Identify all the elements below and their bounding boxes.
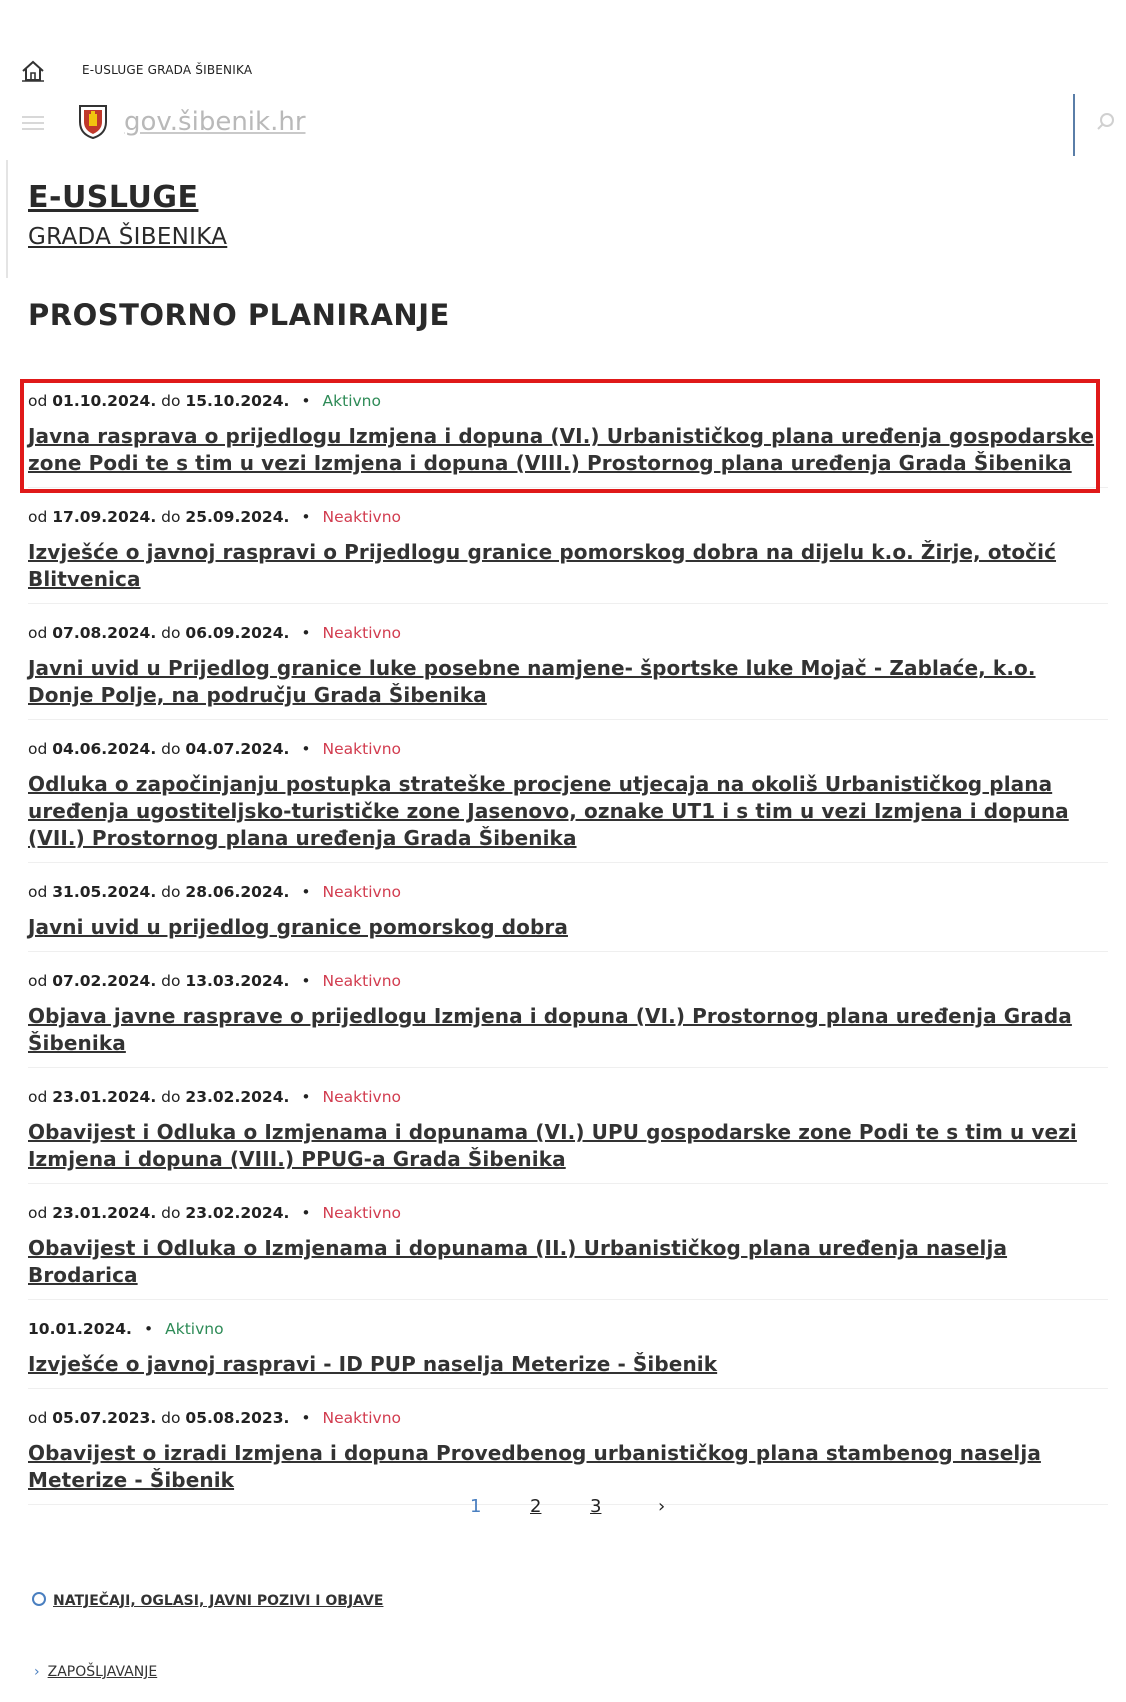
next-page-icon[interactable]: › xyxy=(658,1496,665,1517)
page-link-1[interactable]: 1 xyxy=(470,1496,481,1517)
entry-title-link[interactable]: Izvješće o javnoj raspravi - ID PUP nase… xyxy=(28,1351,1108,1378)
footer-link-label: NATJEČAJI, OGLASI, JAVNI POZIVI I OBJAVE xyxy=(53,1593,384,1609)
status-badge: Neaktivno xyxy=(322,508,401,526)
entry-date-range: od 04.06.2024. do 04.07.2024. • Neaktivno xyxy=(28,740,401,758)
brand-subtitle[interactable]: GRADA ŠIBENIKA xyxy=(28,224,227,250)
list-item: od 07.02.2024. do 13.03.2024. • Neaktivno … xyxy=(28,968,1108,1068)
brand-title[interactable]: E-USLUGE xyxy=(28,180,198,215)
chevron-right-icon: › xyxy=(34,1664,40,1680)
page-title: PROSTORNO PLANIRANJE xyxy=(28,298,450,332)
entry-date-range: od 07.08.2024. do 06.09.2024. • Neaktivno xyxy=(28,624,401,642)
page-link-3[interactable]: 3 xyxy=(590,1496,601,1517)
entry-title-link[interactable]: Obavijest o izradi Izmjena i dopuna Prov… xyxy=(28,1440,1108,1494)
status-badge: Neaktivno xyxy=(322,1409,401,1427)
list-item: od 23.01.2024. do 23.02.2024. • Neaktivno … xyxy=(28,1084,1108,1184)
list-item: od 17.09.2024. do 25.09.2024. • Neaktivno … xyxy=(28,504,1108,604)
circle-icon xyxy=(32,1592,46,1606)
entry-list: od 01.10.2024. do 15.10.2024. • Aktivno Ja… xyxy=(20,379,1108,1521)
menu-icon[interactable] xyxy=(22,114,44,132)
entry-title-link[interactable]: Javni uvid u Prijedlog granice luke pose… xyxy=(28,655,1108,709)
status-badge: Aktivno xyxy=(165,1320,224,1338)
domain-link[interactable]: gov.šibenik.hr xyxy=(124,107,306,137)
entry-title-link[interactable]: Obavijest i Odluka o Izmjenama i dopunam… xyxy=(28,1235,1108,1289)
list-item: od 05.07.2023. do 05.08.2023. • Neaktivno … xyxy=(28,1405,1108,1505)
footer-link-zaposljavanje[interactable]: › ZAPOŠLJAVANJE xyxy=(34,1664,157,1680)
search-icon[interactable] xyxy=(1096,112,1116,132)
home-icon[interactable] xyxy=(20,58,46,84)
status-badge: Neaktivno xyxy=(322,883,401,901)
list-item: od 04.06.2024. do 04.07.2024. • Neaktivno … xyxy=(28,736,1108,863)
list-item: od 01.10.2024. do 15.10.2024. • Aktivno Ja… xyxy=(20,379,1108,493)
page-link-2[interactable]: 2 xyxy=(530,1496,541,1517)
entry-title-link[interactable]: Javna rasprava o prijedlogu Izmjena i do… xyxy=(28,423,1108,477)
status-badge: Neaktivno xyxy=(322,624,401,642)
status-badge: Neaktivno xyxy=(322,1204,401,1222)
search-divider xyxy=(1073,94,1075,156)
entry-title-link[interactable]: Odluka o započinjanju postupka strateške… xyxy=(28,771,1108,852)
entry-title-link[interactable]: Obavijest i Odluka o Izmjenama i dopunam… xyxy=(28,1119,1108,1173)
header-title[interactable]: E-USLUGE GRADA ŠIBENIKA xyxy=(82,63,252,77)
top-bar: E-USLUGE GRADA ŠIBENIKA xyxy=(0,48,1126,94)
status-badge: Neaktivno xyxy=(322,740,401,758)
entry-date-range: od 31.05.2024. do 28.06.2024. • Neaktivno xyxy=(28,883,401,901)
footer-link-natjecaji[interactable]: NATJEČAJI, OGLASI, JAVNI POZIVI I OBJAVE xyxy=(32,1592,383,1609)
list-item: 10.01.2024. • Aktivno Izvješće o javnoj ra… xyxy=(28,1316,1108,1389)
brand-divider xyxy=(6,160,8,278)
entry-date-range: od 05.07.2023. do 05.08.2023. • Neaktivno xyxy=(28,1409,401,1427)
entry-date: 10.01.2024. • Aktivno xyxy=(28,1320,224,1338)
entry-date-range: od 23.01.2024. do 23.02.2024. • Neaktivno xyxy=(28,1088,401,1106)
footer-link-label: ZAPOŠLJAVANJE xyxy=(47,1664,158,1680)
domain-bar: gov.šibenik.hr xyxy=(0,94,1126,156)
crest-icon[interactable] xyxy=(78,104,108,140)
list-item: od 07.08.2024. do 06.09.2024. • Neaktivno … xyxy=(28,620,1108,720)
entry-date-range: od 23.01.2024. do 23.02.2024. • Neaktivno xyxy=(28,1204,401,1222)
list-item: od 23.01.2024. do 23.02.2024. • Neaktivno … xyxy=(28,1200,1108,1300)
status-badge: Neaktivno xyxy=(322,1088,401,1106)
entry-date-range: od 01.10.2024. do 15.10.2024. • Aktivno xyxy=(28,392,381,410)
entry-title-link[interactable]: Javni uvid u prijedlog granice pomorskog… xyxy=(28,914,1108,941)
entry-date-range: od 07.02.2024. do 13.03.2024. • Neaktivno xyxy=(28,972,401,990)
entry-title-link[interactable]: Objava javne rasprave o prijedlogu Izmje… xyxy=(28,1003,1108,1057)
list-item: od 31.05.2024. do 28.06.2024. • Neaktivno … xyxy=(28,879,1108,952)
status-badge: Aktivno xyxy=(322,392,381,410)
status-badge: Neaktivno xyxy=(322,972,401,990)
entry-date-range: od 17.09.2024. do 25.09.2024. • Neaktivno xyxy=(28,508,401,526)
entry-title-link[interactable]: Izvješće o javnoj raspravi o Prijedlogu … xyxy=(28,539,1108,593)
